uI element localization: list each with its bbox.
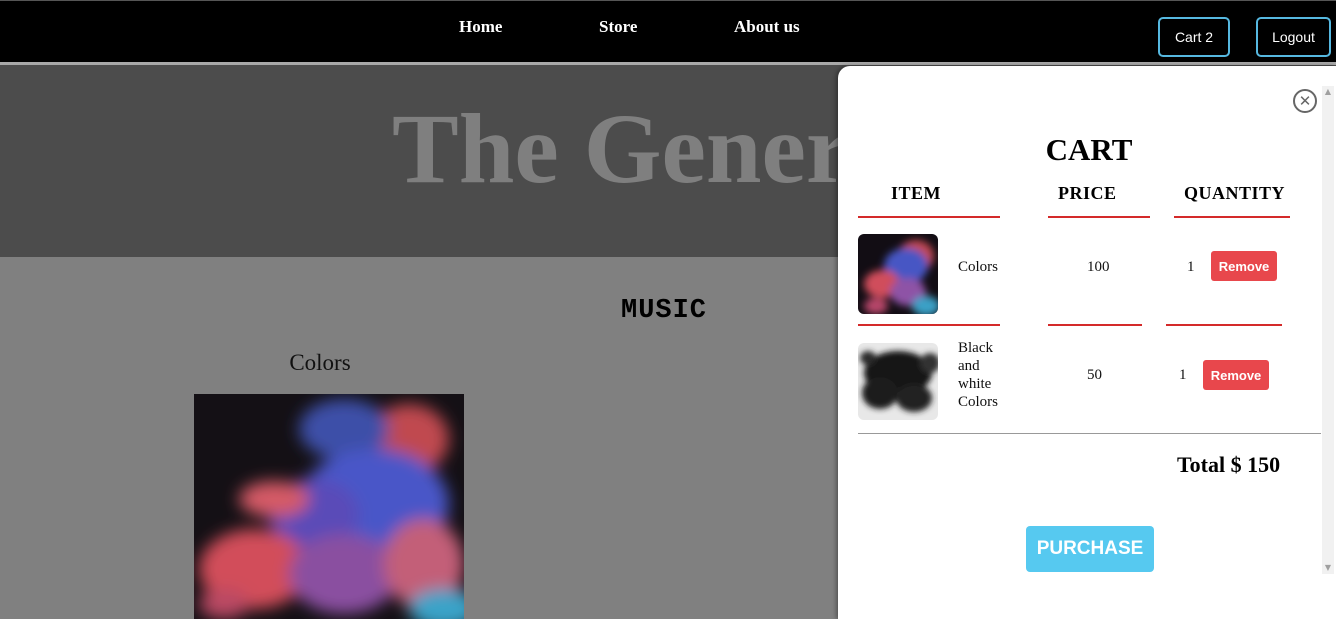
header-divider	[858, 216, 1000, 218]
scroll-up-arrow-icon[interactable]: ▲	[1322, 86, 1334, 98]
nav-link-store[interactable]: Store	[599, 17, 637, 37]
cart-panel: ▲ ▼ ✕ CART ITEM PRICE QUANTITY Colors 10…	[838, 66, 1336, 619]
cart-item-price: 50	[1087, 367, 1102, 383]
cart-item-name: Black and white Colors	[958, 340, 999, 410]
cart-button[interactable]: Cart 2	[1158, 17, 1230, 57]
total-divider	[858, 433, 1321, 434]
nav-link-home[interactable]: Home	[459, 17, 502, 37]
navbar: Home Store About us Cart 2 Logout	[0, 0, 1336, 62]
cart-item-quantity[interactable]: 1	[1187, 258, 1195, 276]
row-divider	[1166, 324, 1282, 326]
remove-button[interactable]: Remove	[1203, 360, 1269, 390]
header-price: PRICE	[1058, 183, 1117, 203]
row-divider	[858, 324, 1000, 326]
product-title: Colors	[289, 350, 351, 375]
section-title: MUSIC	[621, 296, 708, 326]
nav-link-about[interactable]: About us	[734, 17, 800, 37]
purchase-button[interactable]: PURCHASE	[1026, 526, 1154, 572]
cart-item-name: Colors	[958, 259, 999, 275]
header-divider	[1174, 216, 1290, 218]
header-quantity: QUANTITY	[1184, 183, 1286, 203]
remove-button[interactable]: Remove	[1211, 251, 1277, 281]
row-divider	[1048, 324, 1142, 326]
close-icon[interactable]: ✕	[1293, 89, 1317, 113]
scroll-down-arrow-icon[interactable]: ▼	[1322, 562, 1334, 574]
header-item: ITEM	[891, 183, 942, 203]
cart-title: CART	[1045, 132, 1133, 167]
cart-total: Total $ 150	[1177, 452, 1281, 477]
header-divider	[1048, 216, 1150, 218]
cart-item-price: 100	[1087, 259, 1110, 275]
logout-button[interactable]: Logout	[1256, 17, 1331, 57]
product-image[interactable]	[194, 394, 464, 619]
cart-item-thumbnail	[858, 234, 938, 314]
cart-item-quantity[interactable]: 1	[1179, 366, 1187, 384]
cart-item-thumbnail	[858, 343, 938, 420]
